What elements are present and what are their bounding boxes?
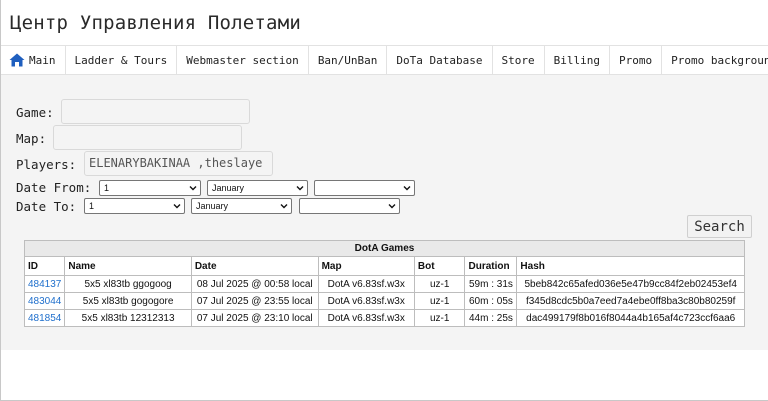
nav-item-label: Store [501,53,535,67]
game-name-cell: 5x5 xl83tb ggogoog [64,275,192,293]
game-duration-cell: 44m : 25s [464,309,518,327]
game-name-cell: 5x5 xl83tb gogogore [64,292,192,310]
chevron-down-icon [189,186,197,191]
game-date-cell: 07 Jul 2025 @ 23:55 local [190,292,319,310]
chevron-down-icon [403,186,411,191]
date-from-label: Date From: [16,180,92,195]
chevron-down-icon [173,204,181,209]
date-from-day-select[interactable]: 1 [99,180,201,196]
table-row: 483044 5x5 xl83tb gogogore 07 Jul 2025 @… [23,292,745,310]
game-input[interactable] [61,99,250,124]
players-label: Players: [16,157,77,172]
table-row: 484137 5x5 xl83tb ggogoog 08 Jul 2025 @ … [23,275,745,293]
column-header-hash: Hash [516,256,745,276]
column-header-map: Map [317,256,415,276]
site-title: Центр Управления Полетами [10,12,301,34]
column-header-date: Date [190,256,319,276]
game-id-link[interactable]: 484137 [28,279,61,290]
game-id-cell: 484137 [23,275,66,293]
nav-item-dota-database[interactable]: DoTa Database [387,46,493,74]
game-id-cell: 481854 [23,309,66,327]
game-id-link[interactable]: 483044 [28,296,61,307]
date-to-day-select[interactable]: 1 [84,198,185,214]
nav-item-label: Main [29,53,56,67]
game-name-cell: 5x5 xl83tb 12312313 [64,309,192,327]
date-to-year-select[interactable] [299,198,400,214]
game-hash-cell: f345d8cdc5b0a7eed7a4ebe0ff8ba3c80b80259f [516,292,745,310]
search-button[interactable]: Search [687,215,752,238]
nav-item-label: Promo background [671,53,768,67]
game-date-cell: 08 Jul 2025 @ 00:58 local [190,275,319,293]
nav-item-ban-unban[interactable]: Ban/UnBan [309,46,388,74]
players-input[interactable]: ELENARYBAKINAA ,theslaye [84,151,273,176]
game-bot-cell: uz-1 [413,292,466,310]
game-label: Game: [16,105,54,120]
map-input[interactable] [53,125,242,150]
home-icon [9,53,25,67]
game-bot-cell: uz-1 [413,275,466,293]
column-header-name: Name [64,256,192,276]
map-label: Map: [16,131,47,146]
nav-item-label: Billing [553,53,600,67]
select-value: 1 [104,183,110,193]
game-duration-cell: 59m : 31s [464,275,518,293]
select-value: January [212,183,245,193]
nav-item-billing[interactable]: Billing [545,46,610,74]
game-duration-cell: 60m : 05s [464,292,518,310]
chevron-down-icon [296,186,304,191]
nav-item-ladder-tours[interactable]: Ladder & Tours [66,46,178,74]
select-value: 1 [89,201,95,211]
column-header-duration: Duration [464,256,518,276]
nav-item-main[interactable]: Main [1,46,66,74]
main-navbar: Main Ladder & Tours Webmaster section Ba… [1,45,768,75]
table-header-row: ID Name Date Map Bot Duration Hash [23,256,745,276]
table-caption-row: DotA Games [24,240,745,257]
game-hash-cell: dac499179f8b016f8044a4b165af4c723ccf6aa6 [516,309,745,327]
game-map-cell: DotA v6.83sf.w3x [317,275,415,293]
game-map-cell: DotA v6.83sf.w3x [317,309,415,327]
date-to-month-select[interactable]: January [191,198,292,214]
game-hash-cell: 5beb842c65afed036e5e47b9cc84f2eb02453ef4 [516,275,745,293]
game-id-cell: 483044 [23,292,66,310]
nav-item-store[interactable]: Store [493,46,545,74]
game-map-cell: DotA v6.83sf.w3x [317,292,415,310]
nav-item-webmaster-section[interactable]: Webmaster section [177,46,309,74]
chevron-down-icon [280,204,288,209]
column-header-bot: Bot [413,256,466,276]
nav-item-label: Ban/UnBan [317,53,378,67]
chevron-down-icon [388,204,396,209]
table-row: 481854 5x5 xl83tb 12312313 07 Jul 2025 @… [23,309,745,327]
nav-item-promo-background[interactable]: Promo background [662,46,768,74]
game-bot-cell: uz-1 [413,309,466,327]
dota-games-table: DotA Games ID Name Date Map Bot Duration… [23,240,745,327]
table-caption: DotA Games [24,240,745,257]
date-to-label: Date To: [16,199,77,214]
game-id-link[interactable]: 481854 [28,313,61,324]
date-from-month-select[interactable]: January [207,180,308,196]
date-from-year-select[interactable] [314,180,415,196]
nav-item-label: Webmaster section [186,53,299,67]
nav-item-label: Promo [619,53,653,67]
game-date-cell: 07 Jul 2025 @ 23:10 local [190,309,319,327]
column-header-id: ID [23,256,66,276]
select-value: January [196,201,229,211]
nav-item-label: Ladder & Tours [74,53,168,67]
nav-item-label: DoTa Database [396,53,483,67]
nav-item-promo[interactable]: Promo [610,46,663,74]
